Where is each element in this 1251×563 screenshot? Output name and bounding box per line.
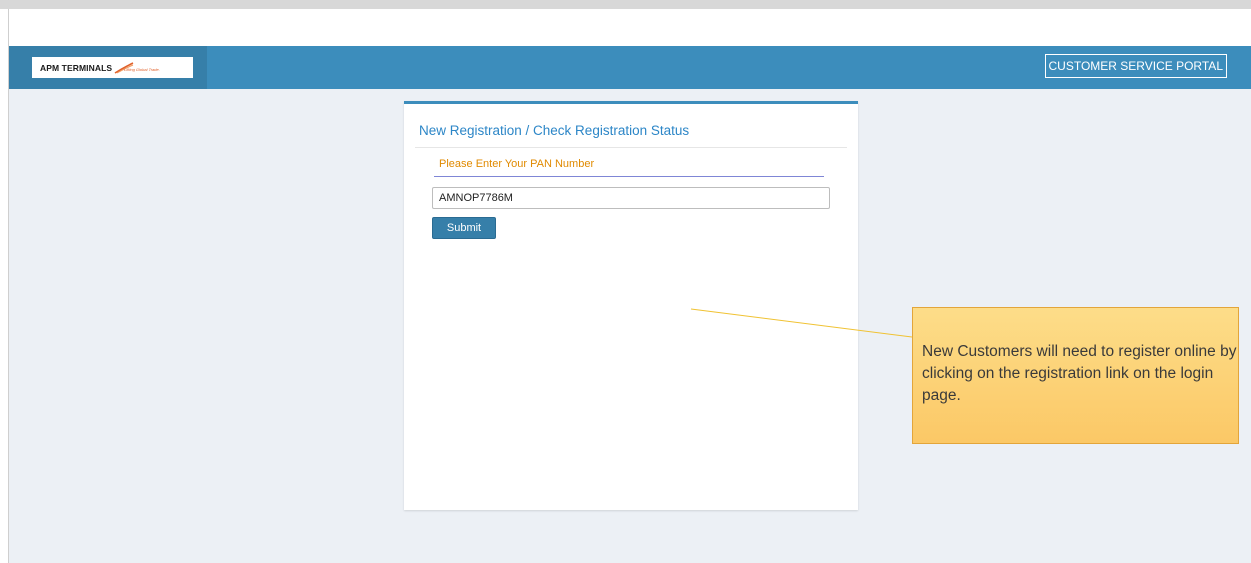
logo-container[interactable]: APM TERMINALS Lifting Global Trade. [9,46,207,89]
top-border [0,0,1251,9]
pan-label: Please Enter Your PAN Number [439,158,595,170]
logo-tagline: Lifting Global Trade. [124,66,160,72]
annotation-callout: New Customers will need to register onli… [912,307,1239,444]
registration-card: New Registration / Check Registration St… [404,101,858,510]
submit-button[interactable]: Submit [432,217,496,239]
title-divider [415,147,847,148]
callout-text: New Customers will need to register onli… [922,343,1237,404]
apm-terminals-logo: APM TERMINALS Lifting Global Trade. [32,57,193,78]
top-header-bar: APM TERMINALS Lifting Global Trade. CUST… [9,46,1251,89]
pan-label-underline [434,176,824,177]
customer-service-portal-button[interactable]: CUSTOMER SERVICE PORTAL [1044,54,1227,78]
registration-title: New Registration / Check Registration St… [419,123,690,138]
pan-number-input[interactable] [432,187,830,209]
logo-text: APM TERMINALS [40,62,113,73]
